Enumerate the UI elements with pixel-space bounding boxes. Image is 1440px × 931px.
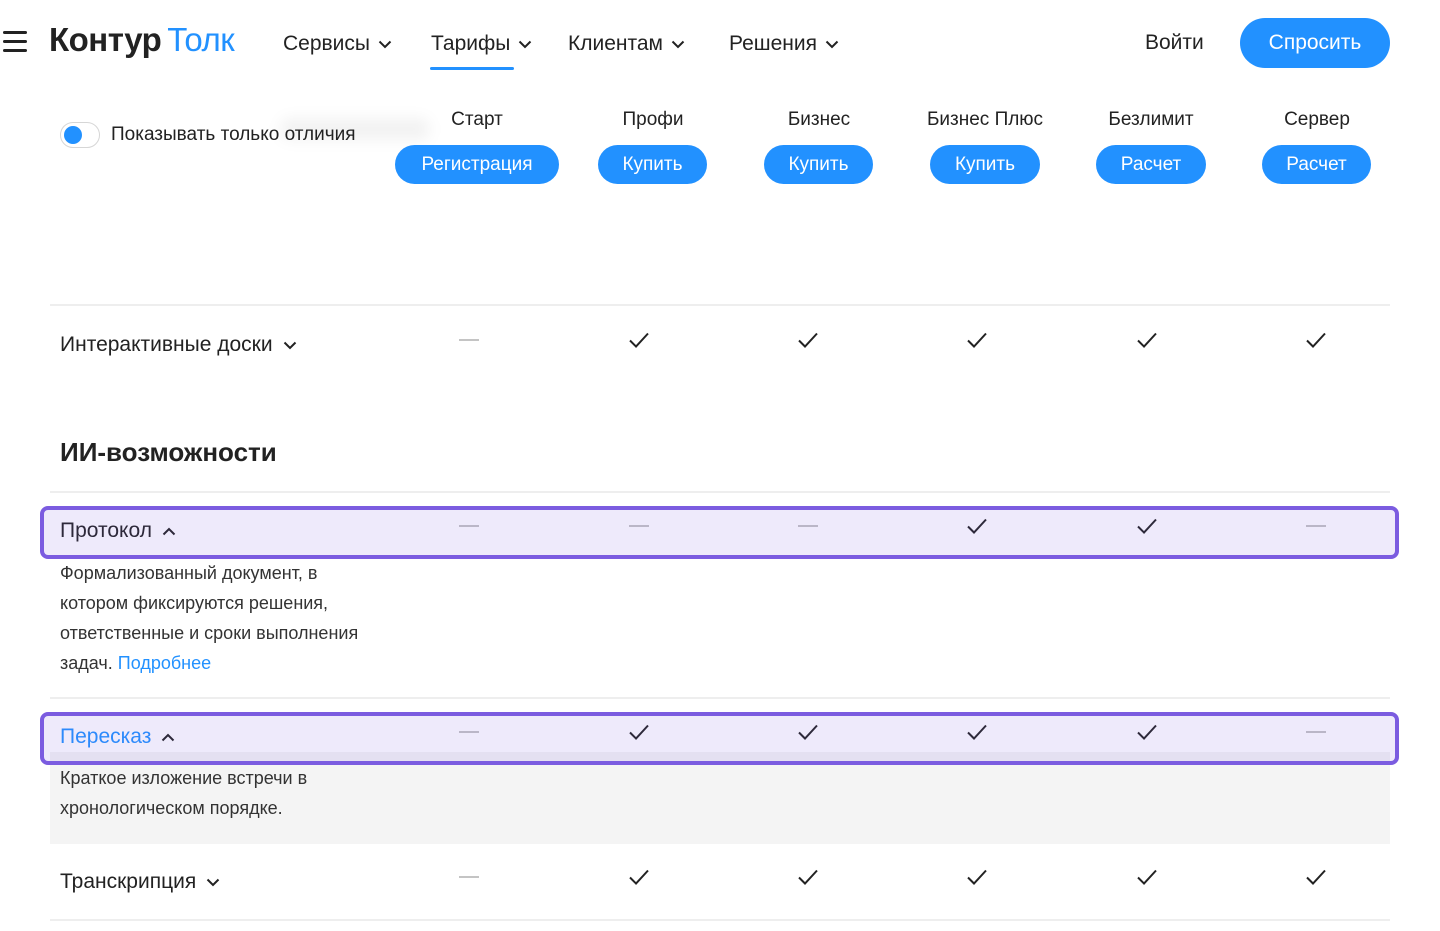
nav-clients[interactable]: Клиентам	[568, 30, 685, 58]
chevron-down-icon	[206, 878, 220, 886]
check-icon	[962, 328, 992, 352]
retelling-description: Краткое изложение встречи в хронологичес…	[60, 768, 308, 818]
dash-icon	[454, 865, 484, 889]
chevron-down-icon	[519, 40, 532, 48]
ask-button[interactable]: Спросить	[1240, 18, 1390, 68]
row-divider	[50, 697, 1390, 699]
logo[interactable]: Контур Толк	[49, 20, 235, 60]
row-divider	[50, 491, 1390, 493]
retelling-row-highlight	[40, 712, 1399, 765]
feature-transcription[interactable]: Транскрипция	[60, 869, 220, 895]
protocol-description: Формализованный документ, в котором фикс…	[60, 558, 370, 678]
chevron-down-icon	[378, 40, 392, 48]
hamburger-menu-icon[interactable]	[3, 31, 27, 52]
check-icon	[1301, 328, 1331, 352]
calc-server-button[interactable]: Расчет	[1262, 145, 1371, 184]
nav-services-label: Сервисы	[283, 32, 371, 55]
dash-icon	[454, 328, 484, 352]
plan-name-profi: Профи	[622, 109, 684, 130]
logo-product: Толк	[167, 21, 235, 58]
check-icon	[624, 865, 654, 889]
logo-brand: Контур	[49, 21, 162, 58]
check-icon	[793, 328, 823, 352]
nav-services[interactable]: Сервисы	[283, 30, 392, 58]
calc-unlimited-button[interactable]: Расчет	[1096, 145, 1206, 184]
toggle-knob	[64, 126, 82, 144]
row-divider	[50, 919, 1390, 921]
nav-pricing[interactable]: Тарифы	[431, 30, 532, 58]
nav-active-indicator	[430, 67, 514, 70]
plan-name-unlimited: Безлимит	[1108, 109, 1194, 130]
nav-clients-label: Клиентам	[568, 32, 663, 55]
plan-name-start: Старт	[451, 109, 503, 130]
check-icon	[1132, 865, 1162, 889]
login-link[interactable]: Войти	[1145, 29, 1204, 57]
nav-pricing-label: Тарифы	[431, 32, 511, 55]
check-icon	[962, 865, 992, 889]
feature-boards[interactable]: Интерактивные доски	[60, 332, 297, 358]
check-icon	[1301, 865, 1331, 889]
show-differences-label: Показывать только отличия	[111, 124, 356, 145]
check-icon	[1132, 328, 1162, 352]
protocol-row-highlight	[40, 506, 1399, 559]
check-icon	[793, 865, 823, 889]
buy-business-button[interactable]: Купить	[764, 145, 873, 184]
protocol-more-link[interactable]: Подробнее	[118, 653, 211, 673]
feature-transcription-label: Транскрипция	[60, 870, 197, 893]
register-button[interactable]: Регистрация	[395, 145, 559, 184]
nav-solutions-label: Решения	[729, 32, 817, 55]
feature-boards-label: Интерактивные доски	[60, 333, 273, 356]
show-differences-toggle[interactable]	[60, 122, 100, 148]
chevron-down-icon	[671, 40, 685, 48]
plan-name-server: Сервер	[1284, 109, 1350, 130]
row-divider	[50, 304, 1390, 306]
ai-section-title: ИИ-возможности	[60, 437, 277, 467]
plan-name-business-plus: Бизнес Плюс	[926, 109, 1044, 130]
buy-profi-button[interactable]: Купить	[598, 145, 707, 184]
buy-business-plus-button[interactable]: Купить	[930, 145, 1040, 184]
chevron-down-icon	[825, 40, 839, 48]
chevron-down-icon	[283, 341, 296, 349]
plan-name-business: Бизнес	[787, 109, 851, 130]
nav-solutions[interactable]: Решения	[729, 30, 839, 58]
check-icon	[624, 328, 654, 352]
